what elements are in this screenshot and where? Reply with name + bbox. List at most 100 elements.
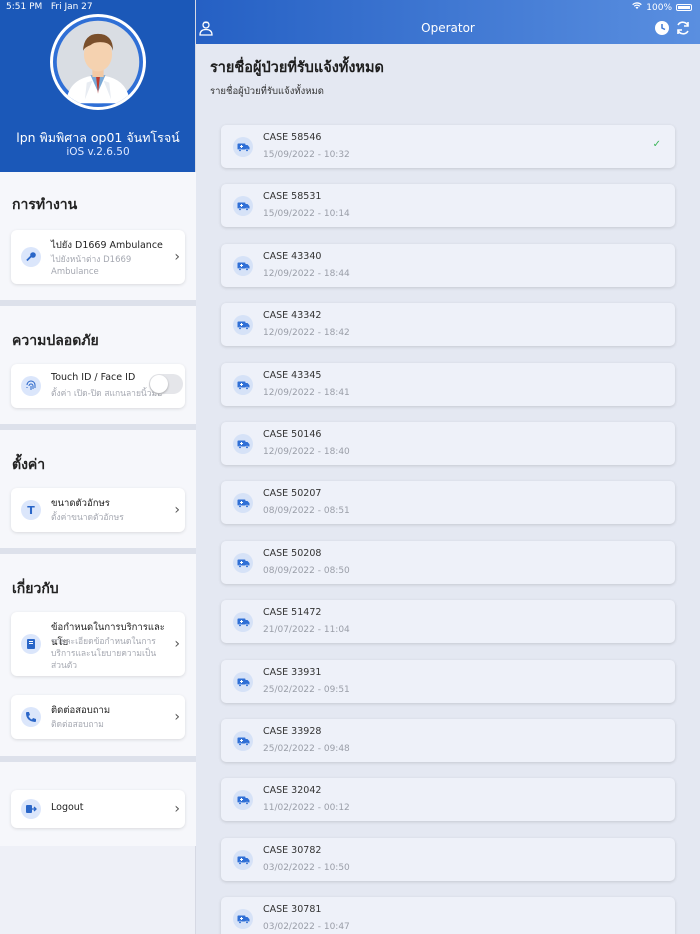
checkmark-icon: ✓ [652,139,661,150]
profile-name: lpn พิมพิศาล op01 จันทโรจน์ [16,130,180,145]
wifi-icon [632,2,643,13]
app-version: iOS v.2.6.50 [66,146,130,158]
contact-item[interactable]: ติดต่อสอบถาม ติดต่อสอบถาม › [11,695,185,739]
ambulance-icon [233,909,253,930]
d1669-ambulance-subtitle: ไปยังหน้าต่าง D1669 Ambulance [51,255,132,277]
case-date: 12/09/2022 - 18:40 [263,447,350,457]
case-title: CASE 43342 [263,310,322,322]
settings-section: ตั้งค่า T ขนาดตัวอักษร ตั้งค่าขนาดตัวอัก… [0,430,196,548]
security-section-title: ความปลอดภัย [12,333,99,349]
ambulance-icon [233,493,253,514]
about-section-title: เกี่ยวกับ [12,581,59,597]
security-section: ความปลอดภัย Touch ID / Face ID ตั้งค่า เ… [0,306,196,424]
logout-icon [21,799,41,819]
font-size-title: ขนาดตัวอักษร [51,498,110,509]
case-list-item[interactable]: CASE 43345 12/09/2022 - 18:41 [221,362,675,406]
ambulance-icon [233,612,253,633]
touch-id-toggle[interactable] [149,374,183,394]
chevron-right-icon: › [174,636,180,652]
ambulance-icon [233,790,253,811]
case-list-title: รายชื่อผู้ป่วยที่รับแจ้งทั้งหมด [210,60,384,76]
case-list-subtitle: รายชื่อผู้ป่วยที่รับแจ้งทั้งหมด [210,86,324,97]
battery-percent: 100% [646,2,672,13]
profile-header: lpn พิมพิศาล op01 จันทโรจน์ iOS v.2.6.50 [0,0,195,172]
status-right: 100% [632,2,692,13]
case-date: 12/09/2022 - 18:41 [263,387,350,398]
ambulance-icon [233,731,253,751]
terms-item[interactable]: ข้อกำหนดในการบริการและนโย รายละเอียดข้อก… [11,612,185,676]
case-title: CASE 43340 [263,250,322,262]
case-title: CASE 33931 [263,666,322,678]
case-list-item[interactable]: CASE 50146 12/09/2022 - 18:40 [221,422,675,465]
battery-icon [676,4,692,11]
history-icon[interactable] [654,20,670,36]
case-date: 25/02/2022 - 09:51 [263,684,350,695]
font-size-item[interactable]: T ขนาดตัวอักษร ตั้งค่าขนาดตัวอักษร › [11,488,185,532]
case-list-item[interactable]: CASE 51472 21/07/2022 - 11:04 [221,600,675,644]
case-date: 03/02/2022 - 10:50 [263,862,350,873]
case-list-item[interactable]: CASE 58546 15/09/2022 - 10:32 ✓ [221,125,675,168]
ambulance-icon [233,137,253,157]
case-title: CASE 50207 [263,488,322,500]
ambulance-icon [233,849,253,870]
chevron-right-icon: › [174,801,180,817]
book-icon [21,634,41,654]
case-list-panel: รายชื่อผู้ป่วยที่รับแจ้งทั้งหมด รายชื่อผ… [196,44,700,934]
contact-subtitle: ติดต่อสอบถาม [51,720,104,730]
case-title: CASE 58546 [263,132,322,143]
phone-icon [21,707,41,727]
case-date: 12/09/2022 - 18:42 [263,328,350,339]
key-icon [21,247,41,267]
case-list-item[interactable]: CASE 33931 25/02/2022 - 09:51 [221,659,675,703]
ambulance-icon [233,552,253,573]
case-date: 11/02/2022 - 00:12 [263,803,350,814]
case-title: CASE 50208 [263,547,322,559]
case-date: 08/09/2022 - 08:50 [263,565,350,576]
contact-title: ติดต่อสอบถาม [51,705,111,716]
case-date: 25/02/2022 - 09:48 [263,744,350,754]
case-title: CASE 33928 [263,726,322,737]
case-list-item[interactable]: CASE 58531 15/09/2022 - 10:14 [221,184,675,228]
ambulance-icon [233,196,253,217]
chevron-right-icon: › [174,709,180,725]
avatar[interactable] [50,14,146,110]
case-list-item[interactable]: CASE 32042 11/02/2022 - 00:12 [221,778,675,822]
d1669-ambulance-item[interactable]: ไปยัง D1669 Ambulance ไปยังหน้าต่าง D166… [11,230,185,284]
fingerprint-icon [21,376,41,396]
case-date: 12/09/2022 - 18:44 [263,268,350,279]
case-list-item[interactable]: CASE 43340 12/09/2022 - 18:44 [221,243,675,287]
case-title: CASE 30781 [263,904,322,916]
status-bar: 5:51 PM Fri Jan 27 100% [0,0,700,14]
refresh-icon[interactable] [675,20,691,36]
touch-id-item[interactable]: Touch ID / Face ID ตั้งค่า เปิด-ปิด สแกน… [11,364,185,408]
ambulance-icon [233,255,253,276]
ambulance-icon [233,434,253,454]
case-date: 15/09/2022 - 10:32 [263,150,350,160]
terms-subtitle: รายละเอียดข้อกำหนดในการบริการและนโยบายคว… [51,637,157,671]
case-list-item[interactable]: CASE 50207 08/09/2022 - 08:51 [221,481,675,525]
case-list-item[interactable]: CASE 50208 08/09/2022 - 08:50 [221,540,675,584]
case-title: CASE 43345 [263,369,322,381]
status-time: 5:51 PM Fri Jan 27 [6,2,93,12]
case-list-item[interactable]: CASE 30782 03/02/2022 - 10:50 [221,837,675,881]
logout-button[interactable]: Logout › [11,790,185,828]
case-title: CASE 51472 [263,607,322,619]
chevron-right-icon: › [174,502,180,518]
case-list-item[interactable]: CASE 43342 12/09/2022 - 18:42 [221,303,675,347]
ambulance-icon [233,374,253,395]
case-list-item[interactable]: CASE 30781 03/02/2022 - 10:47 [221,897,675,934]
case-list-item[interactable]: CASE 33928 25/02/2022 - 09:48 [221,719,675,762]
case-title: CASE 58531 [263,191,322,203]
text-size-icon: T [21,500,41,520]
ambulance-icon [233,671,253,692]
settings-section-title: ตั้งค่า [12,457,46,473]
logout-label: Logout [51,802,84,813]
logout-section: Logout › [0,762,196,846]
case-date: 21/07/2022 - 11:04 [263,625,350,636]
case-date: 03/02/2022 - 10:47 [263,922,350,933]
ambulance-icon [233,315,253,336]
case-date: 15/09/2022 - 10:14 [263,209,350,220]
case-date: 08/09/2022 - 08:51 [263,506,350,517]
font-size-subtitle: ตั้งค่าขนาดตัวอักษร [51,513,124,523]
d1669-ambulance-title: ไปยัง D1669 Ambulance [51,240,163,251]
